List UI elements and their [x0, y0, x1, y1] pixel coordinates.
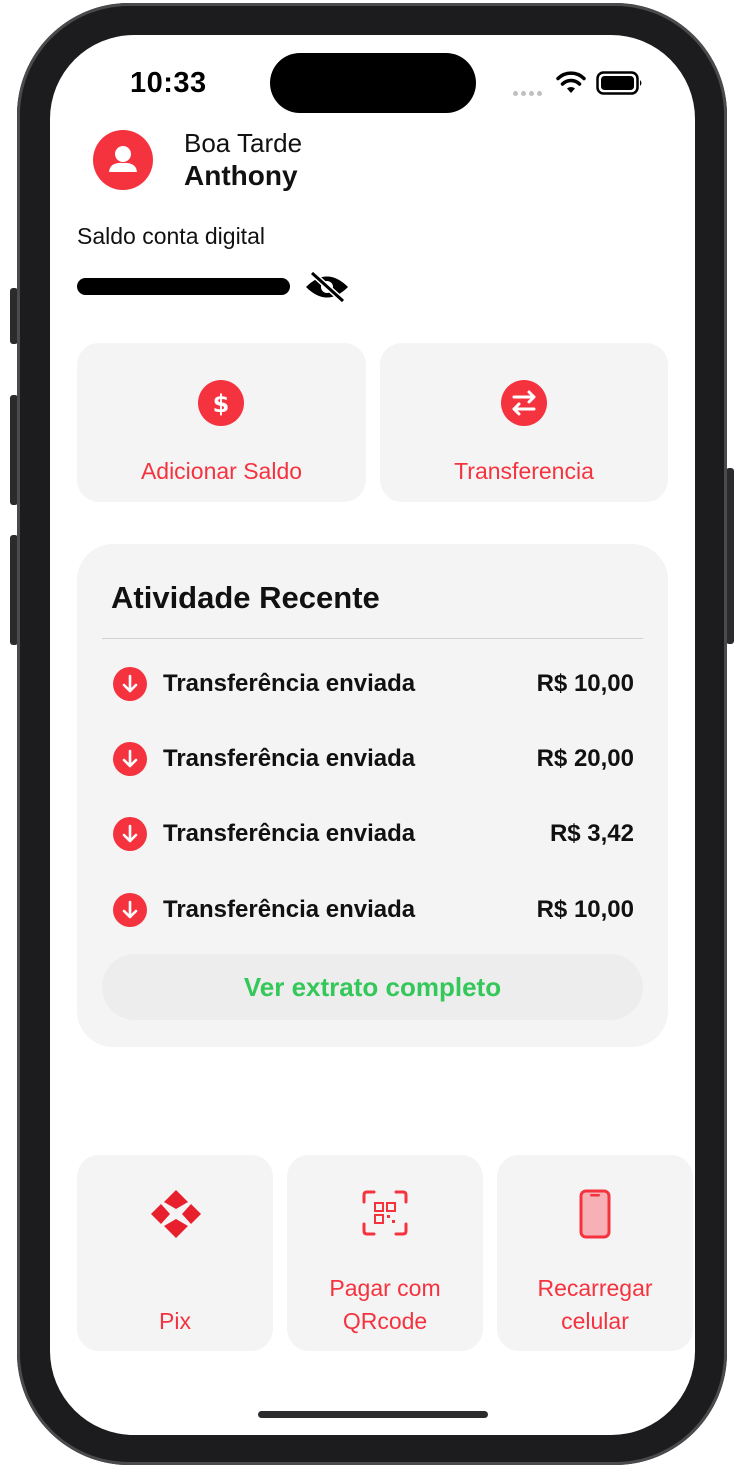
- wifi-icon: [556, 71, 586, 93]
- person-icon: [109, 146, 137, 172]
- pay-qrcode-label-line2: QRcode: [342, 1308, 428, 1334]
- activity-amount: R$ 10,00: [536, 896, 634, 923]
- transfer-label: Transferencia: [454, 458, 594, 484]
- battery-icon: [596, 71, 642, 95]
- dollar-icon: $: [198, 380, 244, 426]
- balance-label: Saldo conta digital: [77, 223, 265, 249]
- arrow-down-icon: [113, 893, 147, 927]
- user-name: Anthony: [184, 160, 298, 191]
- transfer-card[interactable]: Transferencia: [380, 343, 668, 502]
- power-button: [726, 468, 734, 644]
- activity-description: Transferência enviada: [163, 820, 416, 847]
- activity-title: Atividade Recente: [111, 580, 380, 615]
- activity-row[interactable]: Transferência enviada R$ 10,00: [113, 664, 634, 704]
- pix-card[interactable]: Pix: [77, 1155, 273, 1351]
- recent-activity-card: Atividade Recente Transferência enviada …: [77, 544, 668, 1047]
- pay-qrcode-label-line1: Pagar com: [329, 1275, 441, 1301]
- activity-row[interactable]: Transferência enviada R$ 20,00: [113, 739, 634, 779]
- mobile-recharge-label-line1: Recarregar: [537, 1275, 653, 1301]
- eye-slash-icon[interactable]: [304, 270, 350, 304]
- dynamic-island: [270, 53, 476, 113]
- avatar[interactable]: [93, 130, 153, 190]
- status-time: 10:33: [130, 67, 207, 99]
- activity-description: Transferência enviada: [163, 670, 416, 697]
- activity-amount: R$ 3,42: [549, 820, 634, 847]
- svg-text:$: $: [213, 390, 230, 418]
- pix-label: Pix: [159, 1308, 191, 1334]
- arrow-down-icon: [113, 817, 147, 851]
- add-balance-card[interactable]: $ Adicionar Saldo: [77, 343, 366, 502]
- divider: [102, 638, 643, 639]
- activity-row[interactable]: Transferência enviada R$ 3,42: [113, 814, 634, 854]
- arrow-down-icon: [113, 667, 147, 701]
- cellular-signal-icon: [513, 83, 549, 96]
- activity-description: Transferência enviada: [163, 896, 416, 923]
- activity-row[interactable]: Transferência enviada R$ 10,00: [113, 890, 634, 930]
- transfer-arrows-icon: [501, 380, 547, 426]
- mobile-phone-icon: [579, 1189, 611, 1239]
- mobile-recharge-label-line2: celular: [561, 1308, 629, 1334]
- activity-description: Transferência enviada: [163, 745, 416, 772]
- pay-qrcode-card[interactable]: Pagar com QRcode: [287, 1155, 483, 1351]
- mobile-recharge-card[interactable]: Recarregar celular: [497, 1155, 693, 1351]
- full-statement-button[interactable]: Ver extrato completo: [102, 954, 643, 1020]
- home-indicator[interactable]: [258, 1411, 488, 1418]
- add-balance-label: Adicionar Saldo: [140, 458, 303, 484]
- greeting-text: Boa Tarde: [184, 128, 303, 158]
- activity-amount: R$ 10,00: [536, 670, 634, 697]
- balance-hidden-bar: [77, 278, 290, 295]
- full-statement-label: Ver extrato completo: [243, 972, 502, 1002]
- qrcode-scan-icon: [362, 1190, 408, 1236]
- arrow-down-icon: [113, 742, 147, 776]
- pix-icon: [151, 1190, 201, 1238]
- activity-amount: R$ 20,00: [536, 745, 634, 772]
- phone-screen: 10:33 Boa Tarde Anthony Saldo conta digi…: [50, 35, 695, 1435]
